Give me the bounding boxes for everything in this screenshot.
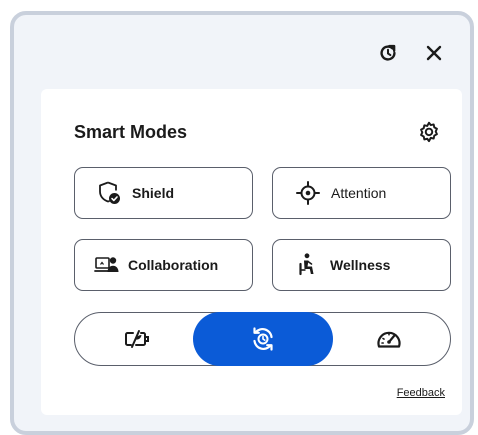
settings-button[interactable] [416, 120, 442, 146]
speedometer-icon [375, 327, 403, 351]
battery-saver-option[interactable] [75, 312, 199, 366]
shield-check-icon [96, 180, 122, 206]
wellness-mode-label: Wellness [330, 257, 391, 273]
wellness-mode-button[interactable]: Wellness [272, 239, 451, 291]
close-icon [424, 43, 444, 63]
battery-saver-icon [123, 328, 151, 350]
feedback-link[interactable]: Feedback [397, 387, 445, 399]
close-button[interactable] [420, 39, 448, 67]
adaptive-option[interactable] [193, 312, 333, 366]
history-icon [377, 42, 399, 64]
history-button[interactable] [374, 39, 402, 67]
seated-person-icon [294, 252, 320, 278]
shield-mode-button[interactable]: Shield [74, 167, 253, 219]
collaboration-mode-label: Collaboration [128, 257, 219, 273]
performance-option[interactable] [327, 312, 451, 366]
attention-mode-button[interactable]: Attention [272, 167, 451, 219]
crosshair-icon [295, 180, 321, 206]
performance-mode-switch [74, 312, 451, 366]
collaboration-icon [94, 252, 120, 278]
shield-mode-label: Shield [132, 185, 175, 201]
card-title: Smart Modes [74, 122, 188, 142]
smart-modes-card: Smart Modes Shield Attention Collaborati… [41, 89, 462, 415]
gear-icon [416, 120, 442, 146]
collaboration-mode-button[interactable]: Collaboration [74, 239, 253, 291]
attention-mode-label: Attention [331, 185, 387, 201]
adaptive-sync-icon [248, 324, 278, 354]
smart-modes-window: Smart Modes Shield Attention Collaborati… [10, 11, 474, 435]
